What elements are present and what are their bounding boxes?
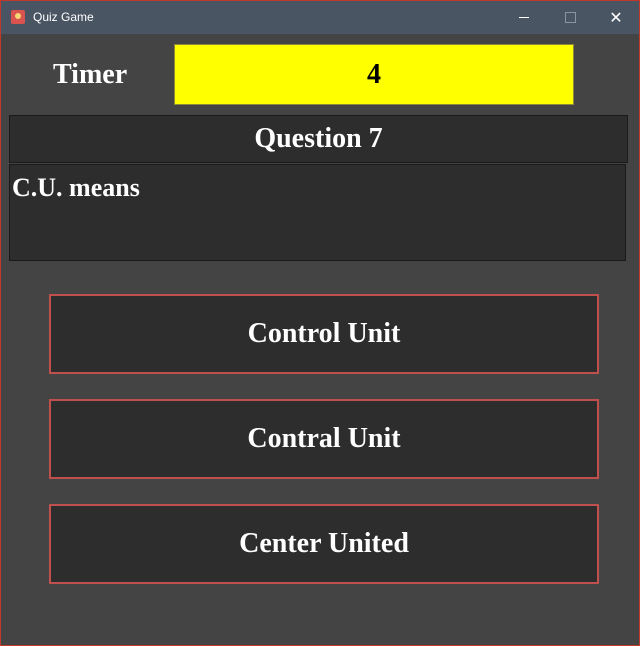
answer-label-3: Center United	[239, 528, 409, 559]
answer-button-3[interactable]: Center United	[49, 504, 599, 584]
question-text: C.U. means	[9, 164, 626, 261]
timer-value: 4	[367, 58, 381, 90]
question-number: Question 7	[254, 123, 383, 154]
minimize-icon	[519, 17, 529, 18]
app-icon	[11, 10, 25, 24]
timer-display: 4	[174, 44, 574, 105]
answer-button-1[interactable]: Control Unit	[49, 294, 599, 374]
maximize-icon	[564, 12, 576, 23]
question-prompt: C.U. means	[12, 173, 140, 202]
timer-label: Timer	[53, 59, 128, 90]
maximize-button[interactable]	[547, 1, 593, 34]
answer-button-2[interactable]: Contral Unit	[49, 399, 599, 479]
quiz-window: Quiz Game ✕ Timer 4 Question 7 C.U. mean…	[0, 0, 640, 646]
answer-label-2: Contral Unit	[247, 423, 401, 454]
window-title: Quiz Game	[33, 10, 94, 24]
title-bar[interactable]: Quiz Game ✕	[1, 1, 639, 34]
close-icon: ✕	[609, 7, 623, 27]
question-header: Question 7	[9, 115, 628, 163]
close-button[interactable]: ✕	[593, 1, 639, 34]
answer-label-1: Control Unit	[247, 318, 401, 349]
minimize-button[interactable]	[501, 1, 547, 34]
